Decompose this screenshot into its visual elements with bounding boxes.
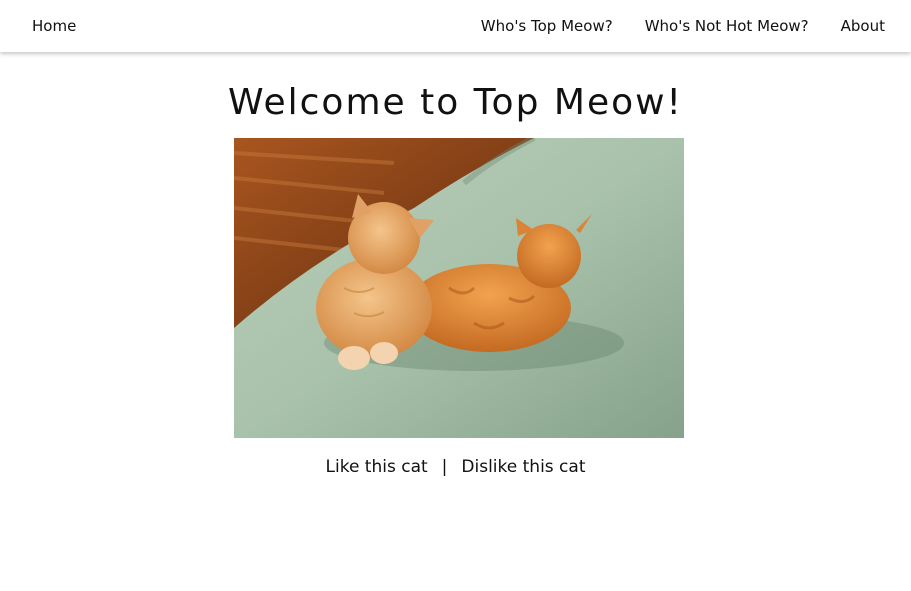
vote-separator: | <box>441 457 448 477</box>
nav-about-link[interactable]: About <box>841 0 885 52</box>
vote-row: Like this cat | Dislike this cat <box>0 457 911 477</box>
top-navbar: Home Who's Top Meow? Who's Not Hot Meow?… <box>0 0 911 52</box>
dislike-cat-link[interactable]: Dislike this cat <box>461 457 585 477</box>
nav-home-link[interactable]: Home <box>32 0 76 52</box>
nav-top-meow-link[interactable]: Who's Top Meow? <box>481 0 613 52</box>
nav-right-group: Who's Top Meow? Who's Not Hot Meow? Abou… <box>481 0 885 52</box>
nav-not-hot-meow-link[interactable]: Who's Not Hot Meow? <box>645 0 809 52</box>
like-cat-link[interactable]: Like this cat <box>326 457 428 477</box>
page-title: Welcome to Top Meow! <box>227 82 683 123</box>
cat-photo <box>234 138 684 438</box>
